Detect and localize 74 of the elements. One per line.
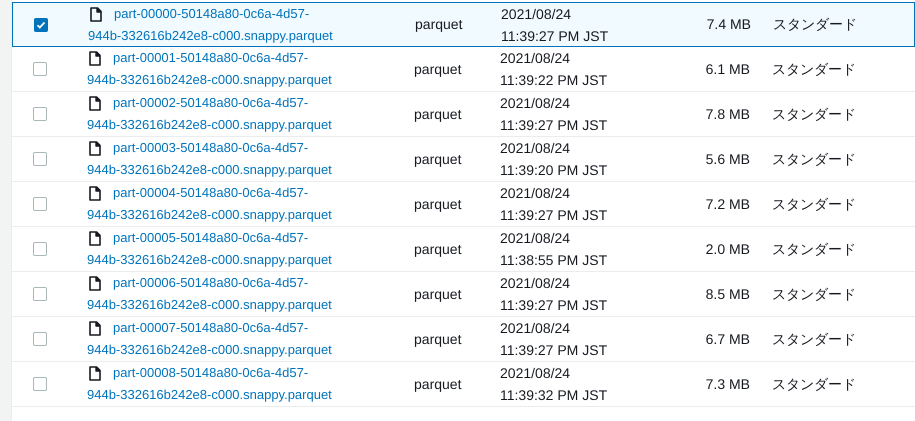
time-cell-text: 11:39:27 PM JST	[500, 206, 608, 225]
size-cell-text: 6.1 MB	[706, 60, 750, 78]
table-row[interactable]: part-00007-50148a80-0c6a-4d57-944b-332616b242e8-c000.snappy.parquet parquet 2021/08/24 11:39:27 PM JST 6.7 MB スタンダード	[12, 317, 915, 362]
storage-class-cell: スタンダード	[772, 196, 856, 212]
file-icon	[90, 6, 102, 22]
file-icon	[89, 366, 101, 381]
type-cell-text: parquet	[413, 194, 462, 214]
storage-class-cell: スタンダード	[772, 60, 856, 76]
storage-class-cell: スタンダード	[772, 286, 856, 302]
storage-class-cell: スタンダード	[773, 16, 857, 32]
row-checkbox[interactable]	[33, 332, 47, 346]
time-cell-text: 11:39:27 PM JST	[500, 116, 608, 135]
row-checkbox[interactable]	[33, 197, 47, 211]
date-cell-text: 2021/08/24	[500, 364, 572, 383]
date-cell-text: 2021/08/24	[500, 94, 572, 113]
file-icon	[89, 141, 101, 156]
file-icon	[89, 321, 101, 336]
type-cell-text: parquet	[413, 60, 462, 79]
size-cell-text: 7.8 MB	[706, 104, 750, 124]
file-icon	[89, 96, 101, 111]
table-row[interactable]: part-00002-50148a80-0c6a-4d57-944b-332616b242e8-c000.snappy.parquet parquet 2021/08/24 11:39:27 PM JST 7.8 MB スタンダード	[12, 92, 915, 137]
size-cell-text: 5.6 MB	[706, 150, 750, 168]
row-checkbox[interactable]	[33, 377, 47, 391]
date-cell-text: 2021/08/24	[500, 184, 572, 203]
storage-class-cell: スタンダード	[772, 240, 856, 256]
row-checkbox[interactable]	[34, 18, 48, 32]
type-cell-text: parquet	[413, 240, 462, 259]
time-cell-text: 11:39:27 PM JST	[500, 341, 608, 360]
time-cell-text: 11:38:55 PM JST	[500, 251, 608, 270]
size-cell-text: 7.2 MB	[706, 194, 750, 214]
date-cell-text: 2021/08/24	[500, 139, 572, 158]
date-cell-text: 2021/08/24	[501, 4, 572, 24]
storage-class-cell: スタンダード	[772, 376, 856, 392]
storage-class-cell: スタンダード	[772, 330, 856, 346]
type-cell-text: parquet	[413, 150, 462, 169]
date-cell-text: 2021/08/24	[500, 49, 572, 68]
table-row[interactable]: part-00005-50148a80-0c6a-4d57-944b-332616b242e8-c000.snappy.parquet parquet 2021/08/24 11:38:55 PM JST 2.0 MB スタンダード	[12, 227, 915, 272]
type-cell-text: parquet	[413, 330, 462, 349]
table-row[interactable]: part-00000-50148a80-0c6a-4d57-944b-332616b242e8-c000.snappy.parquet parquet 2021/08/24 11:39:27 PM JST 7.4 MB スタンダード	[12, 2, 915, 47]
time-cell-text: 11:39:27 PM JST	[501, 26, 610, 46]
time-cell-text: 11:39:20 PM JST	[500, 161, 608, 180]
row-checkbox[interactable]	[33, 62, 47, 76]
time-cell-text: 11:39:22 PM JST	[500, 71, 608, 90]
table-row[interactable]: part-00001-50148a80-0c6a-4d57-944b-332616b242e8-c000.snappy.parquet parquet 2021/08/24 11:39:22 PM JST 6.1 MB スタンダード	[12, 47, 915, 92]
storage-class-cell: スタンダード	[772, 150, 856, 166]
file-link[interactable]: part-00008-50148a80-0c6a-4d57-944b-332616b242e8-c000.snappy.parquet	[87, 362, 339, 406]
file-icon	[89, 186, 101, 201]
table-row[interactable]: part-00004-50148a80-0c6a-4d57-944b-332616b242e8-c000.snappy.parquet parquet 2021/08/24 11:39:27 PM JST 7.2 MB スタンダード	[12, 182, 915, 227]
file-icon	[89, 276, 101, 291]
size-cell-text: 7.3 MB	[706, 374, 750, 394]
row-checkbox[interactable]	[33, 107, 47, 121]
time-cell-text: 11:39:32 PM JST	[500, 386, 608, 405]
table-row[interactable]: part-00008-50148a80-0c6a-4d57-944b-332616b242e8-c000.snappy.parquet parquet 2021/08/24 11:39:32 PM JST 7.3 MB スタンダード	[12, 362, 915, 407]
storage-class-cell: スタンダード	[772, 106, 856, 122]
date-cell-text: 2021/08/24	[500, 319, 572, 338]
size-cell-text: 2.0 MB	[706, 240, 750, 258]
type-cell-text: parquet	[413, 284, 462, 304]
type-cell-text: parquet	[413, 104, 462, 124]
type-cell-text: parquet	[414, 15, 464, 34]
date-cell-text: 2021/08/24	[500, 274, 572, 293]
table-row[interactable]: part-00006-50148a80-0c6a-4d57-944b-332616b242e8-c000.snappy.parquet parquet 2021/08/24 11:39:27 PM JST 8.5 MB スタンダード	[12, 272, 915, 317]
file-icon	[89, 51, 101, 66]
time-cell-text: 11:39:27 PM JST	[500, 296, 608, 315]
size-cell-text: 7.4 MB	[706, 15, 751, 34]
type-cell-text: parquet	[413, 374, 462, 394]
row-checkbox[interactable]	[33, 287, 47, 301]
size-cell-text: 8.5 MB	[706, 284, 750, 304]
row-checkbox[interactable]	[33, 152, 47, 166]
row-checkbox[interactable]	[33, 242, 47, 256]
date-cell-text: 2021/08/24	[500, 229, 572, 248]
size-cell-text: 6.7 MB	[706, 330, 750, 348]
file-icon	[89, 231, 101, 246]
check-icon	[36, 20, 46, 30]
table-row[interactable]: part-00003-50148a80-0c6a-4d57-944b-332616b242e8-c000.snappy.parquet parquet 2021/08/24 11:39:20 PM JST 5.6 MB スタンダード	[12, 137, 915, 182]
